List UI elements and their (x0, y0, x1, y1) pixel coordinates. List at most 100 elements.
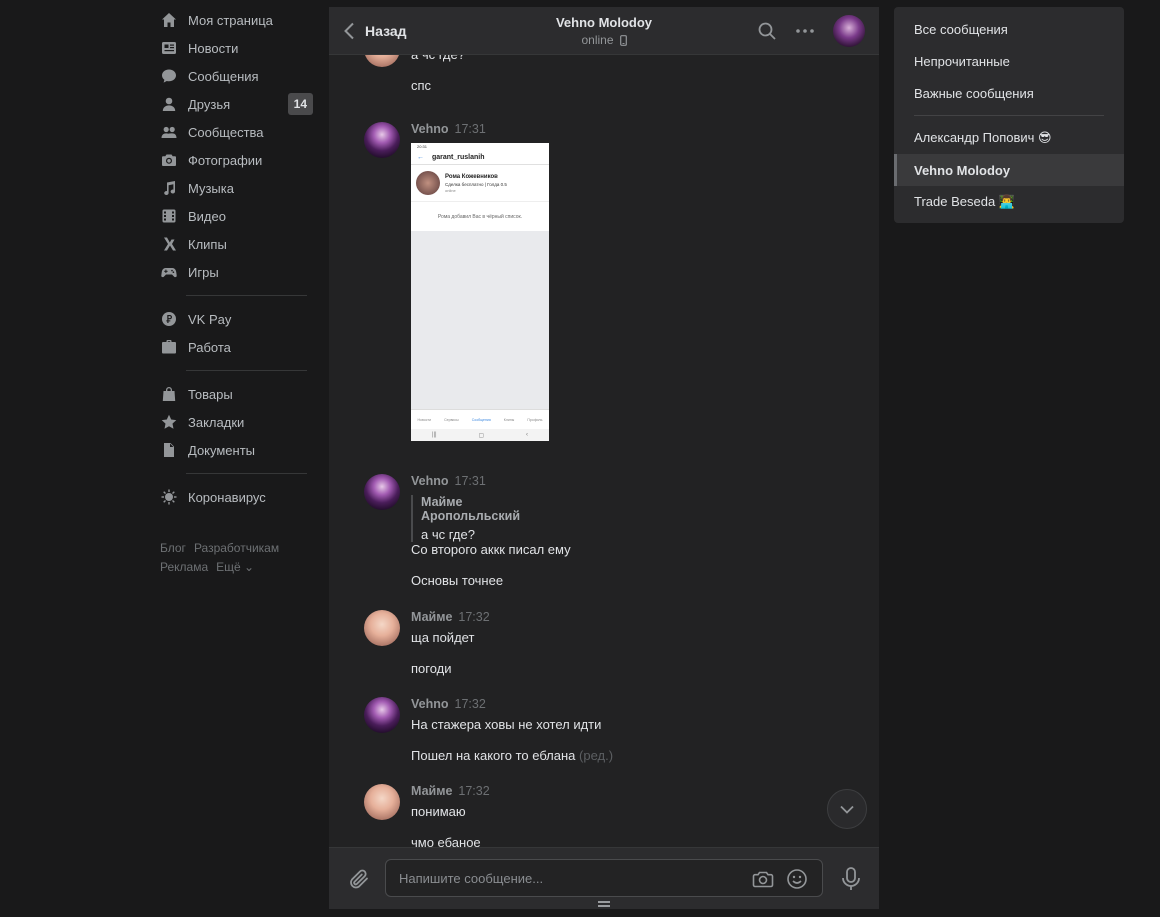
nav-item-video[interactable]: Видео (160, 202, 315, 230)
avatar[interactable] (364, 122, 400, 158)
video-icon (160, 207, 178, 225)
sender-name[interactable]: Vehno (411, 122, 449, 136)
avatar[interactable] (364, 474, 400, 510)
nav-divider (186, 370, 307, 371)
footer-link-blog[interactable]: Блог (160, 541, 186, 555)
message-history[interactable]: а чс где? спс Vehno 17:31 20:31 ← garant_r… (329, 31, 879, 850)
conversation-item[interactable]: Trade Beseda 👨‍💻 (894, 186, 1124, 218)
nav-item-communities[interactable]: Сообщества (160, 118, 315, 146)
message-input-wrapper (385, 859, 823, 897)
search-icon[interactable] (757, 21, 777, 41)
chat-title[interactable]: Vehno Molodoy (556, 15, 652, 30)
home-icon: ▢ (478, 432, 485, 439)
nav-item-bookmarks[interactable]: Закладки (160, 408, 315, 436)
folder-all-messages[interactable]: Все сообщения (894, 13, 1124, 45)
header-actions (757, 15, 865, 47)
message-header: Vehno 17:32 (411, 697, 486, 711)
phone-profile-name: Рома Кожевников (445, 173, 498, 180)
message-text: Пошел на какого то еблана (411, 748, 576, 763)
nav-item-vkpay[interactable]: VK Pay (160, 305, 315, 333)
nav-item-photos[interactable]: Фотографии (160, 146, 315, 174)
nav-label: Клипы (188, 236, 227, 252)
nav-item-friends[interactable]: Друзья 14 (160, 90, 315, 118)
folders-divider (914, 115, 1104, 116)
sender-name[interactable]: Vehno (411, 474, 449, 488)
chat-avatar[interactable] (833, 15, 865, 47)
camera-icon[interactable] (752, 868, 774, 890)
sender-name[interactable]: Vehno (411, 697, 449, 711)
folder-unread[interactable]: Непрочитанные (894, 45, 1124, 77)
nav-label: Товары (188, 386, 233, 402)
phone-profile-status: Сделка бесплатно | Голда 0.5 (445, 181, 507, 187)
message-text-edited: Пошел на какого то еблана (ред.) (411, 748, 613, 763)
more-options-icon[interactable] (795, 21, 815, 41)
phone-navbar: ||| ▢ ‹ (411, 429, 549, 441)
avatar[interactable] (364, 697, 400, 733)
nav-divider (186, 473, 307, 474)
microphone-icon[interactable] (839, 866, 863, 892)
chat-panel: а чс где? спс Vehno 17:31 20:31 ← garant_r… (329, 7, 879, 909)
back-button[interactable]: Назад (329, 22, 407, 40)
chevron-down-icon (840, 805, 854, 814)
resize-handle[interactable] (598, 901, 610, 907)
conversation-item[interactable]: Александр Попович 😎 (894, 122, 1124, 154)
nav-label: Моя страница (188, 12, 273, 28)
avatar[interactable] (364, 610, 400, 646)
phone-profile-avatar (416, 171, 440, 195)
edited-label: (ред.) (579, 748, 614, 763)
message-time[interactable]: 17:32 (455, 697, 486, 711)
nav-label: Игры (188, 264, 219, 280)
message-input[interactable] (386, 860, 746, 896)
nav-item-news[interactable]: Новости (160, 34, 315, 62)
nav-item-work[interactable]: Работа (160, 333, 315, 361)
nav-item-games[interactable]: Игры (160, 258, 315, 286)
nav-label: Коронавирус (188, 489, 266, 505)
message-header: Майме 17:32 (411, 610, 490, 624)
bag-icon (160, 385, 178, 403)
quoted-reply[interactable]: Майме Аропольльский а чс где? (411, 495, 520, 542)
nav-item-clips[interactable]: Клипы (160, 230, 315, 258)
message-time[interactable]: 17:31 (455, 122, 486, 136)
phone-profile-card: Рома Кожевников Сделка бесплатно | Голда… (411, 165, 549, 201)
back-label: Назад (365, 22, 407, 39)
nav-label: Сообщества (188, 124, 264, 140)
sender-name[interactable]: Майме (411, 784, 452, 798)
star-icon (160, 413, 178, 431)
nav-item-documents[interactable]: Документы (160, 436, 315, 464)
folder-important[interactable]: Важные сообщения (894, 77, 1124, 109)
message-time[interactable]: 17:32 (458, 610, 489, 624)
emoji-icon[interactable] (786, 868, 808, 890)
sender-name[interactable]: Майме (411, 610, 452, 624)
conversation-item-active[interactable]: Vehno Molodoy (894, 154, 1124, 186)
nav-item-music[interactable]: Музыка (160, 174, 315, 202)
nav-item-coronavirus[interactable]: Коронавирус (160, 483, 315, 511)
attached-screenshot[interactable]: 20:31 ← garant_ruslanih Рома Кожевников С… (411, 143, 549, 441)
message-time[interactable]: 17:31 (455, 474, 486, 488)
online-status: online (581, 33, 614, 47)
news-icon (160, 39, 178, 57)
chevron-left-icon (344, 22, 354, 39)
nav-item-messages[interactable]: Сообщения (160, 62, 315, 90)
footer-link-ads[interactable]: Реклама (160, 560, 208, 574)
message-text: погоди (411, 661, 452, 676)
footer-link-more[interactable]: Ещё ⌄ (216, 560, 254, 574)
scroll-to-bottom-button[interactable] (827, 789, 867, 829)
message-composer (329, 847, 879, 909)
phone-profile-online: online (445, 187, 456, 193)
clips-icon (160, 235, 178, 253)
nav-item-goods[interactable]: Товары (160, 380, 315, 408)
virus-icon (160, 488, 178, 506)
message-text: Основы точнее (411, 573, 504, 588)
message-time[interactable]: 17:32 (458, 784, 489, 798)
phone-tab: Сообщения (471, 417, 491, 422)
avatar[interactable] (364, 784, 400, 820)
home-icon (160, 11, 178, 29)
message-text: спс (411, 78, 432, 93)
paperclip-icon[interactable] (347, 867, 371, 891)
footer-link-developers[interactable]: Разработчикам (194, 541, 279, 555)
briefcase-icon (160, 338, 178, 356)
nav-label: Закладки (188, 414, 245, 430)
menu-icon: ||| (431, 432, 437, 438)
left-navigation: Моя страница Новости Сообщения Друзья 14… (160, 6, 315, 577)
nav-item-my-page[interactable]: Моя страница (160, 6, 315, 34)
